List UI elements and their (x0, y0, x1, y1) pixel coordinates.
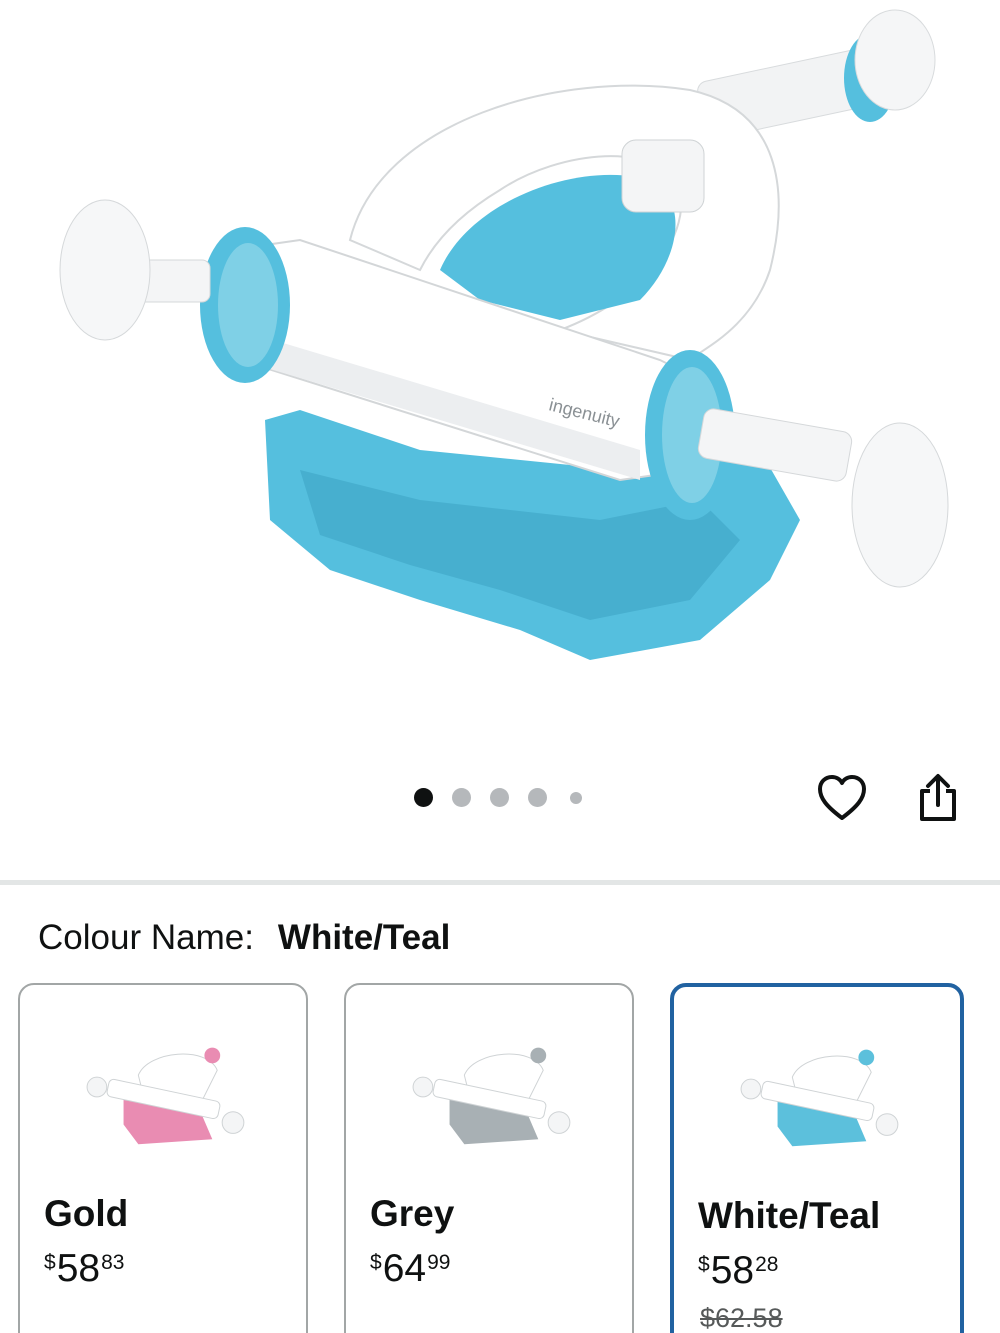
colour-option-grey[interactable]: Grey $ 64 99 (344, 983, 634, 1333)
option-price: $ 64 99 (370, 1247, 451, 1290)
option-old-price: $62.58 (700, 1303, 783, 1333)
gallery-dot[interactable] (570, 791, 582, 804)
option-name: Gold (44, 1193, 129, 1234)
product-image[interactable]: ingenuity (0, 0, 1000, 760)
option-price: $ 58 83 (44, 1247, 125, 1290)
heart-icon[interactable] (814, 770, 870, 826)
colour-option-white-teal[interactable]: White/Teal $ 58 28 $62.58 (670, 983, 964, 1333)
colour-selected-value: White/Teal (277, 918, 451, 957)
share-icon[interactable] (910, 770, 966, 826)
option-price: $ 58 28 (698, 1249, 779, 1292)
gallery-dot[interactable] (414, 788, 433, 807)
option-name: White/Teal (698, 1195, 881, 1236)
gallery-pagination[interactable] (414, 788, 582, 807)
colour-option-gold[interactable]: Gold $ 58 83 (18, 983, 308, 1333)
colour-label: Colour Name: (38, 918, 254, 957)
colour-name-row: Colour Name: White/Teal (38, 918, 450, 958)
gallery-dot[interactable] (452, 788, 471, 807)
swatch-thumbnail (86, 1047, 245, 1145)
swatch-thumbnail (412, 1047, 571, 1145)
swatch-thumbnail (740, 1049, 899, 1147)
gallery-dot[interactable] (490, 788, 509, 807)
option-name: Grey (370, 1193, 455, 1234)
section-divider (0, 880, 1000, 885)
bath-seat-illustration: ingenuity (59, 9, 949, 660)
gallery-dot[interactable] (528, 788, 547, 807)
